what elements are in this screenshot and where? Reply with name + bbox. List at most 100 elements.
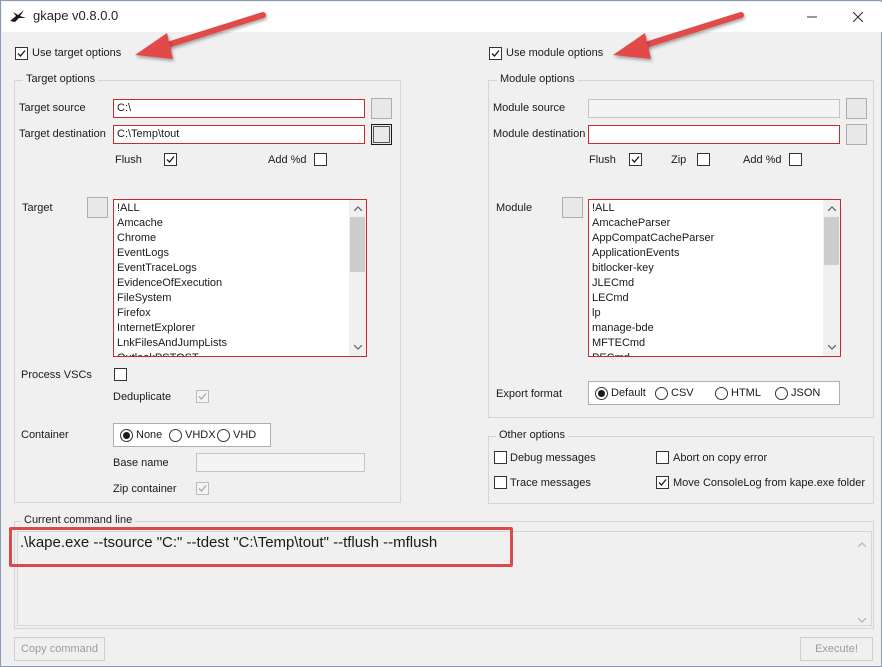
export-csv-radio[interactable]: [655, 387, 668, 400]
move-consolelog-checkbox[interactable]: [656, 476, 669, 489]
deduplicate-checkbox[interactable]: [196, 390, 209, 403]
base-name-input[interactable]: [196, 453, 365, 472]
container-none-label: None: [136, 429, 163, 441]
move-consolelog-label: Move ConsoleLog from kape.exe folder: [673, 477, 865, 489]
scroll-up-icon[interactable]: [823, 200, 840, 217]
list-item[interactable]: EventLogs: [117, 246, 227, 261]
list-item[interactable]: bitlocker-key: [592, 261, 714, 276]
target-destination-browse-button[interactable]: [371, 124, 392, 145]
other-options-group: [488, 436, 874, 504]
module-scrollbar[interactable]: [823, 200, 840, 356]
debug-messages-checkbox[interactable]: [494, 451, 507, 464]
container-none-radio[interactable]: [120, 429, 133, 442]
module-zip-checkbox[interactable]: [697, 153, 710, 166]
module-destination-label: Module destination: [493, 128, 586, 140]
window-title: gkape v0.8.0.0: [33, 8, 119, 23]
target-flush-checkbox[interactable]: [164, 153, 177, 166]
check-icon: [631, 156, 640, 163]
container-vhd-radio[interactable]: [217, 429, 230, 442]
target-source-browse-button[interactable]: [371, 98, 392, 119]
module-destination-browse-button[interactable]: [846, 124, 867, 145]
list-item[interactable]: OutlookPSTOST: [117, 351, 227, 356]
abort-on-copy-label: Abort on copy error: [673, 452, 768, 464]
annotation-arrow-left: [135, 12, 266, 59]
scroll-down-icon[interactable]: [349, 339, 366, 356]
deduplicate-label: Deduplicate: [113, 391, 172, 403]
list-item[interactable]: Firefox: [117, 306, 227, 321]
list-item[interactable]: PECmd: [592, 351, 714, 356]
export-default-radio[interactable]: [595, 387, 608, 400]
target-options-title: Target options: [23, 73, 99, 85]
trace-messages-label: Trace messages: [510, 477, 591, 489]
use-target-options-checkbox[interactable]: [15, 47, 28, 60]
module-destination-input[interactable]: [588, 125, 840, 144]
list-item[interactable]: LnkFilesAndJumpLists: [117, 336, 227, 351]
abort-on-copy-checkbox[interactable]: [656, 451, 669, 464]
other-options-title: Other options: [496, 429, 569, 441]
list-item[interactable]: lp: [592, 306, 714, 321]
list-item[interactable]: EvidenceOfExecution: [117, 276, 227, 291]
container-radio-group: None VHDX VHD: [113, 423, 271, 447]
target-destination-input[interactable]: C:\Temp\tout: [113, 125, 365, 144]
list-item[interactable]: AppCompatCacheParser: [592, 231, 714, 246]
container-vhdx-radio[interactable]: [169, 429, 182, 442]
list-item[interactable]: FileSystem: [117, 291, 227, 306]
check-icon: [166, 156, 175, 163]
export-default-label: Default: [611, 387, 646, 399]
use-module-options-checkbox[interactable]: [489, 47, 502, 60]
use-module-options-label: Use module options: [506, 47, 604, 59]
list-item[interactable]: EventTraceLogs: [117, 261, 227, 276]
check-icon: [198, 485, 207, 492]
list-item[interactable]: Amcache: [117, 216, 227, 231]
export-html-radio[interactable]: [715, 387, 728, 400]
module-source-input[interactable]: [588, 99, 840, 118]
check-icon: [17, 50, 26, 57]
trace-messages-checkbox[interactable]: [494, 476, 507, 489]
module-flush-checkbox[interactable]: [629, 153, 642, 166]
copy-command-button[interactable]: Copy command: [14, 637, 105, 661]
list-item[interactable]: InternetExplorer: [117, 321, 227, 336]
command-scrollbar[interactable]: [854, 532, 871, 625]
list-item[interactable]: JLECmd: [592, 276, 714, 291]
target-listbox[interactable]: !ALL Amcache Chrome EventLogs EventTraceLogs…: [113, 199, 367, 357]
module-action-button[interactable]: [562, 197, 583, 218]
export-format-radio-group: Default CSV HTML JSON: [588, 381, 840, 405]
container-label: Container: [21, 429, 69, 441]
scroll-up-icon[interactable]: [349, 200, 366, 217]
target-source-input[interactable]: C:\: [113, 99, 365, 118]
export-html-label: HTML: [731, 387, 761, 399]
scroll-thumb[interactable]: [350, 217, 365, 272]
close-button[interactable]: [835, 2, 881, 31]
annotation-arrow-right: [613, 12, 744, 59]
scroll-down-icon[interactable]: [857, 614, 867, 626]
kape-app-icon: [9, 9, 27, 23]
list-item[interactable]: Chrome: [117, 231, 227, 246]
target-add-d-checkbox[interactable]: [314, 153, 327, 166]
target-add-d-label: Add %d: [268, 154, 307, 166]
target-destination-label: Target destination: [19, 128, 106, 140]
module-listbox[interactable]: !ALL AmcacheParser AppCompatCacheParser App…: [588, 199, 841, 357]
module-flush-label: Flush: [589, 154, 616, 166]
command-line-title: Current command line: [21, 514, 136, 526]
target-label: Target: [22, 202, 53, 214]
list-item[interactable]: !ALL: [592, 201, 714, 216]
check-icon: [658, 479, 667, 486]
list-item[interactable]: MFTECmd: [592, 336, 714, 351]
scroll-thumb[interactable]: [824, 217, 839, 265]
module-add-d-checkbox[interactable]: [789, 153, 802, 166]
target-scrollbar[interactable]: [349, 200, 366, 356]
export-json-radio[interactable]: [775, 387, 788, 400]
scroll-down-icon[interactable]: [823, 339, 840, 356]
list-item[interactable]: LECmd: [592, 291, 714, 306]
list-item[interactable]: ApplicationEvents: [592, 246, 714, 261]
minimize-button[interactable]: [789, 2, 835, 31]
execute-button[interactable]: Execute!: [800, 637, 873, 661]
zip-container-checkbox[interactable]: [196, 482, 209, 495]
target-action-button[interactable]: [87, 197, 108, 218]
scroll-up-icon[interactable]: [857, 538, 867, 550]
list-item[interactable]: !ALL: [117, 201, 227, 216]
list-item[interactable]: manage-bde: [592, 321, 714, 336]
module-source-browse-button[interactable]: [846, 98, 867, 119]
process-vscs-checkbox[interactable]: [114, 368, 127, 381]
list-item[interactable]: AmcacheParser: [592, 216, 714, 231]
